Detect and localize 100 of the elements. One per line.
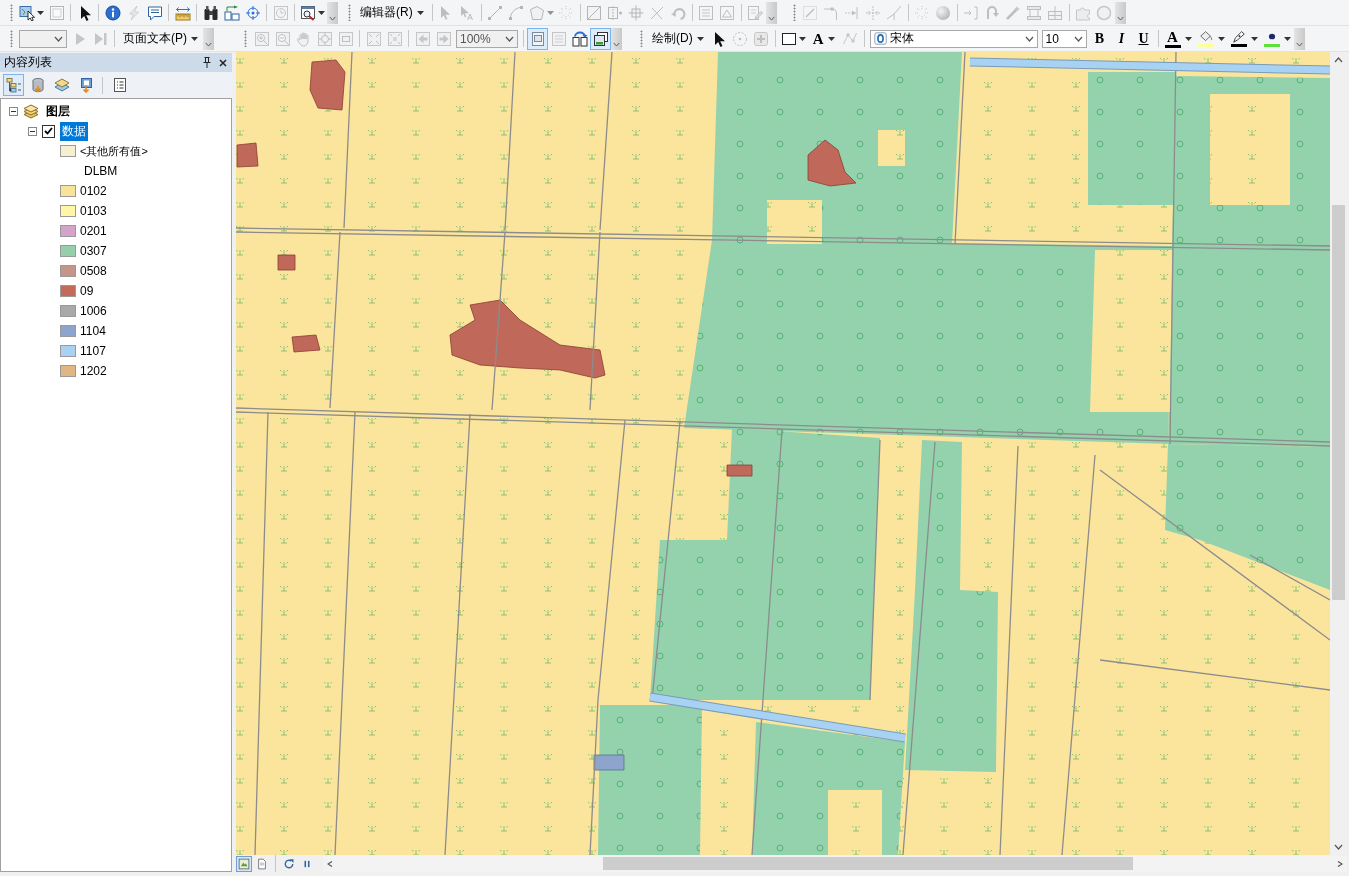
data-view-button[interactable] — [236, 855, 252, 872]
node-polyline-icon — [842, 30, 858, 47]
collapse-icon[interactable] — [9, 106, 18, 116]
bold-button[interactable]: B — [1088, 27, 1111, 50]
caret-icon — [416, 10, 424, 15]
paint-bucket-icon — [1198, 30, 1213, 43]
zoom-out-icon — [274, 30, 291, 47]
chevron-down-icon — [613, 41, 620, 47]
underline-button[interactable]: U — [1132, 27, 1155, 50]
caret-icon — [798, 36, 806, 41]
ruler-icon — [174, 4, 191, 21]
map-frame-icon — [238, 857, 250, 870]
chevron-down-icon — [1024, 35, 1034, 42]
collapse-icon[interactable] — [28, 126, 37, 136]
inward-arrows-icon — [365, 30, 382, 47]
caret-icon — [696, 36, 704, 41]
legend-label: 1202 — [80, 364, 107, 378]
chevron-down-icon — [329, 15, 336, 21]
menu-button[interactable]: 页面文本(P) — [118, 27, 203, 50]
wand-icon — [1005, 4, 1022, 21]
scrollbar-thumb[interactable] — [1332, 205, 1345, 600]
close-icon[interactable] — [219, 58, 227, 67]
data-frame-name[interactable]: 图层 — [44, 101, 72, 121]
legend-label: 1107 — [80, 344, 106, 358]
layers-icon — [53, 77, 70, 93]
toolbar-grip[interactable] — [348, 4, 351, 21]
list-view-tab[interactable] — [3, 74, 24, 96]
chevron-up-icon — [1334, 57, 1343, 63]
x-cross-icon — [649, 4, 666, 21]
sparkle-icon — [914, 4, 931, 21]
layer-checkbox[interactable] — [42, 124, 55, 138]
layer-name[interactable]: 数据 — [60, 121, 88, 141]
caret-icon — [1184, 36, 1192, 41]
data-frame-icon — [592, 30, 609, 47]
crosshair-icon — [244, 4, 261, 21]
line-segment-icon — [487, 4, 504, 21]
target-square-icon — [316, 30, 333, 47]
toolbar-grip[interactable] — [792, 4, 796, 21]
toolbar-options-button[interactable] — [765, 1, 777, 24]
caret-icon — [1283, 36, 1291, 41]
toggle-button[interactable] — [590, 27, 611, 50]
layout-swap-icon — [571, 30, 588, 47]
cross-box-icon — [628, 4, 645, 21]
sparkle-icon — [558, 4, 575, 21]
panel-title: 内容列表 — [4, 54, 53, 71]
chevron-down-icon — [1116, 15, 1124, 21]
chevron-down-icon — [1295, 41, 1303, 47]
pencil-document-icon — [747, 4, 764, 21]
legend-label: 1006 — [80, 304, 107, 318]
polygon-icon — [528, 4, 545, 21]
window-frame-icon — [48, 4, 65, 21]
toggle-button[interactable] — [527, 27, 548, 50]
curl-arrow-icon — [984, 4, 1001, 21]
toolbar-grip[interactable] — [10, 30, 13, 47]
magnifier-window-icon — [300, 4, 316, 21]
caret-icon — [546, 10, 554, 15]
bracket-arrow-icon — [963, 4, 980, 21]
toolbar-options-button[interactable] — [1114, 1, 1126, 24]
toolbar-grip[interactable] — [640, 30, 643, 47]
extend-line-icon — [844, 4, 861, 21]
caret-icon — [37, 10, 44, 15]
legend-label: 0103 — [80, 204, 107, 218]
refresh-icon — [283, 857, 295, 870]
curve-icon — [508, 4, 525, 21]
options-list-icon — [111, 77, 128, 93]
scrollbar-thumb[interactable] — [603, 857, 1133, 870]
dotted-circle-icon — [732, 30, 749, 47]
table-icon — [698, 4, 715, 21]
speech-bubble-icon — [146, 4, 163, 21]
dropdown-field[interactable]: 宋体 — [869, 29, 1038, 48]
legend-label: 0307 — [80, 244, 107, 258]
chevron-down-icon — [505, 35, 514, 42]
sphere-icon — [935, 4, 952, 21]
italic-button[interactable]: I — [1110, 27, 1133, 50]
chevron-down-icon — [1073, 35, 1083, 42]
toolbar-grip[interactable] — [10, 4, 13, 21]
toolbar-grip[interactable] — [244, 30, 247, 47]
toolbar-options-button[interactable] — [1293, 27, 1305, 50]
rectangle-icon — [780, 30, 797, 47]
layer-list-icon — [5, 77, 22, 93]
dotted-square-icon — [802, 4, 819, 21]
legend-field-heading: DLBM — [84, 164, 118, 178]
database-icon — [29, 77, 46, 93]
chevron-right-icon — [1337, 859, 1343, 868]
color-button[interactable]: A — [1161, 27, 1195, 50]
pause-icon — [302, 858, 312, 869]
legend-label: 0201 — [80, 224, 107, 238]
puzzle-icon — [1075, 4, 1092, 21]
triangle-window-icon — [719, 4, 736, 21]
menu-button[interactable]: 绘制(D) — [647, 27, 709, 50]
arrow-pointer-icon — [459, 4, 476, 21]
outward-arrows-icon — [386, 30, 403, 47]
font-type-icon — [873, 32, 887, 45]
plus-box-icon — [753, 30, 770, 47]
pin-icon[interactable] — [203, 57, 211, 68]
text-tool-button[interactable]: A — [807, 27, 840, 50]
hand-icon — [295, 30, 312, 47]
legend-label: 0102 — [80, 184, 107, 198]
menu-button[interactable]: 编辑器(R) — [355, 1, 429, 24]
dropdown-field[interactable]: 10 — [1041, 29, 1087, 48]
